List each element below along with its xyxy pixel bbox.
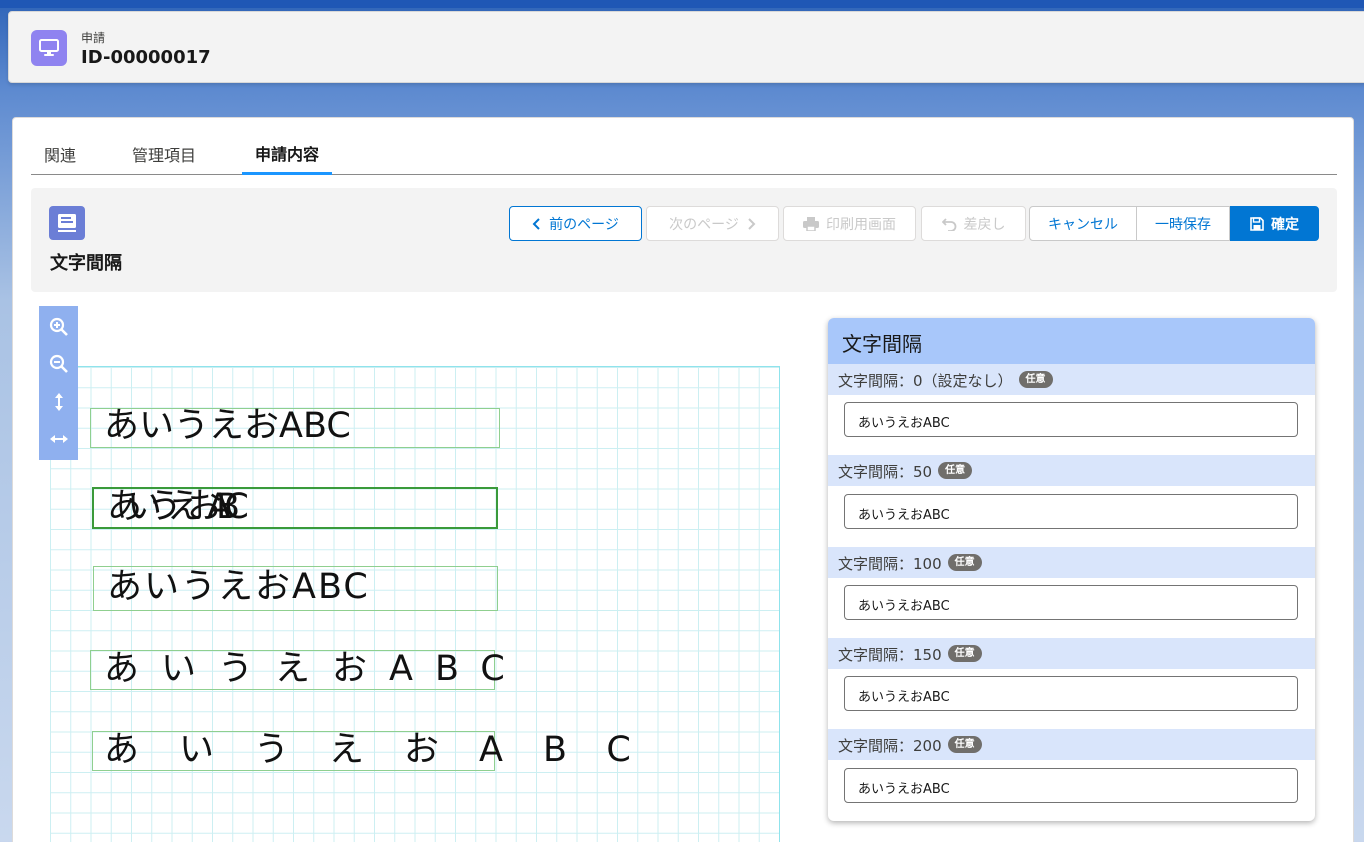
tab-application-content[interactable]: 申請内容	[242, 134, 333, 175]
spacing-50-input[interactable]: あいうえおABC	[844, 494, 1298, 529]
field-label-text: 文字間隔：200	[838, 737, 942, 755]
record-id: ID-00000017	[81, 47, 211, 68]
tab-bar: 関連 管理項目 申請内容	[31, 134, 1337, 175]
sample-text-spacing-0: あいうえおABC	[104, 406, 351, 446]
record-type-label: 申請	[81, 31, 106, 45]
zoom-in-icon[interactable]	[45, 313, 73, 341]
sample-text-spacing-200: あいうえおABC	[104, 730, 671, 770]
undo-icon	[941, 217, 956, 231]
next-page-button[interactable]: 次のページ	[646, 206, 779, 241]
confirm-label: 確定	[1271, 216, 1299, 233]
next-page-label: 次のページ	[669, 216, 739, 233]
sample-text-spacing-50: あいうえおABC	[107, 487, 249, 527]
save-draft-button[interactable]: 一時保存	[1137, 206, 1230, 241]
cancel-button[interactable]: キャンセル	[1029, 206, 1137, 241]
confirm-button[interactable]: 確定	[1230, 206, 1319, 241]
field-label-spacing-50: 文字間隔：50 任意	[828, 455, 1315, 486]
preview-canvas[interactable]: あいうえおABC あいうえおABC あいうえおABC あいうえおABC あいうえ…	[50, 366, 780, 842]
return-button[interactable]: 差戻し	[921, 206, 1026, 241]
printer-icon	[803, 216, 819, 231]
field-label-text: 文字間隔：100	[838, 555, 942, 573]
field-label-spacing-100: 文字間隔：100 任意	[828, 547, 1315, 578]
field-label-spacing-200: 文字間隔：200 任意	[828, 729, 1315, 760]
sample-text-spacing-100: あいうえおABC	[107, 567, 370, 607]
sample-text-spacing-150: あいうえおABC	[104, 649, 527, 689]
cancel-label: キャンセル	[1048, 216, 1118, 233]
field-label-text: 文字間隔：150	[838, 646, 942, 664]
fit-height-icon[interactable]	[45, 388, 73, 416]
optional-badge: 任意	[947, 736, 982, 753]
zoom-toolbar	[39, 306, 78, 460]
optional-badge: 任意	[947, 554, 982, 571]
print-view-button[interactable]: 印刷用画面	[783, 206, 916, 241]
spacing-100-input[interactable]: あいうえおABC	[844, 585, 1298, 620]
optional-badge: 任意	[947, 645, 982, 662]
field-label-text: 文字間隔：0（設定なし）	[838, 372, 1013, 390]
spacing-150-input[interactable]: あいうえおABC	[844, 676, 1298, 711]
spacing-panel: 文字間隔 文字間隔：0（設定なし） 任意 あいうえおABC 文字間隔：50 任意…	[828, 318, 1315, 821]
panel-title: 文字間隔	[828, 318, 1315, 364]
tab-admin-items[interactable]: 管理項目	[119, 134, 209, 174]
save-draft-label: 一時保存	[1155, 216, 1211, 233]
tab-related[interactable]: 関連	[31, 134, 89, 174]
prev-page-label: 前のページ	[549, 216, 619, 233]
main-card: 関連 管理項目 申請内容 文字間隔 前のページ 次のページ 印刷用画面 差戻し …	[12, 117, 1354, 842]
optional-badge: 任意	[938, 462, 973, 479]
optional-badge: 任意	[1018, 371, 1053, 388]
chevron-left-icon	[532, 217, 540, 230]
field-label-spacing-150: 文字間隔：150 任意	[828, 638, 1315, 669]
chevron-right-icon	[748, 217, 756, 230]
save-icon	[1250, 216, 1264, 231]
fit-width-icon[interactable]	[45, 425, 73, 453]
zoom-out-icon[interactable]	[45, 350, 73, 378]
field-label-text: 文字間隔：50	[838, 463, 933, 481]
desktop-icon	[31, 30, 67, 66]
top-banner	[0, 0, 1364, 8]
spacing-0-input[interactable]: あいうえおABC	[844, 402, 1298, 437]
record-header: 申請 ID-00000017	[8, 11, 1364, 83]
spacing-200-input[interactable]: あいうえおABC	[844, 768, 1298, 803]
form-header: 文字間隔 前のページ 次のページ 印刷用画面 差戻し キャンセル 一時保存 確定	[31, 188, 1337, 292]
prev-page-button[interactable]: 前のページ	[509, 206, 642, 241]
field-label-spacing-0: 文字間隔：0（設定なし） 任意	[828, 364, 1315, 395]
form-title: 文字間隔	[50, 253, 122, 274]
form-icon	[49, 206, 85, 240]
print-view-label: 印刷用画面	[826, 216, 896, 233]
return-label: 差戻し	[963, 216, 1006, 233]
